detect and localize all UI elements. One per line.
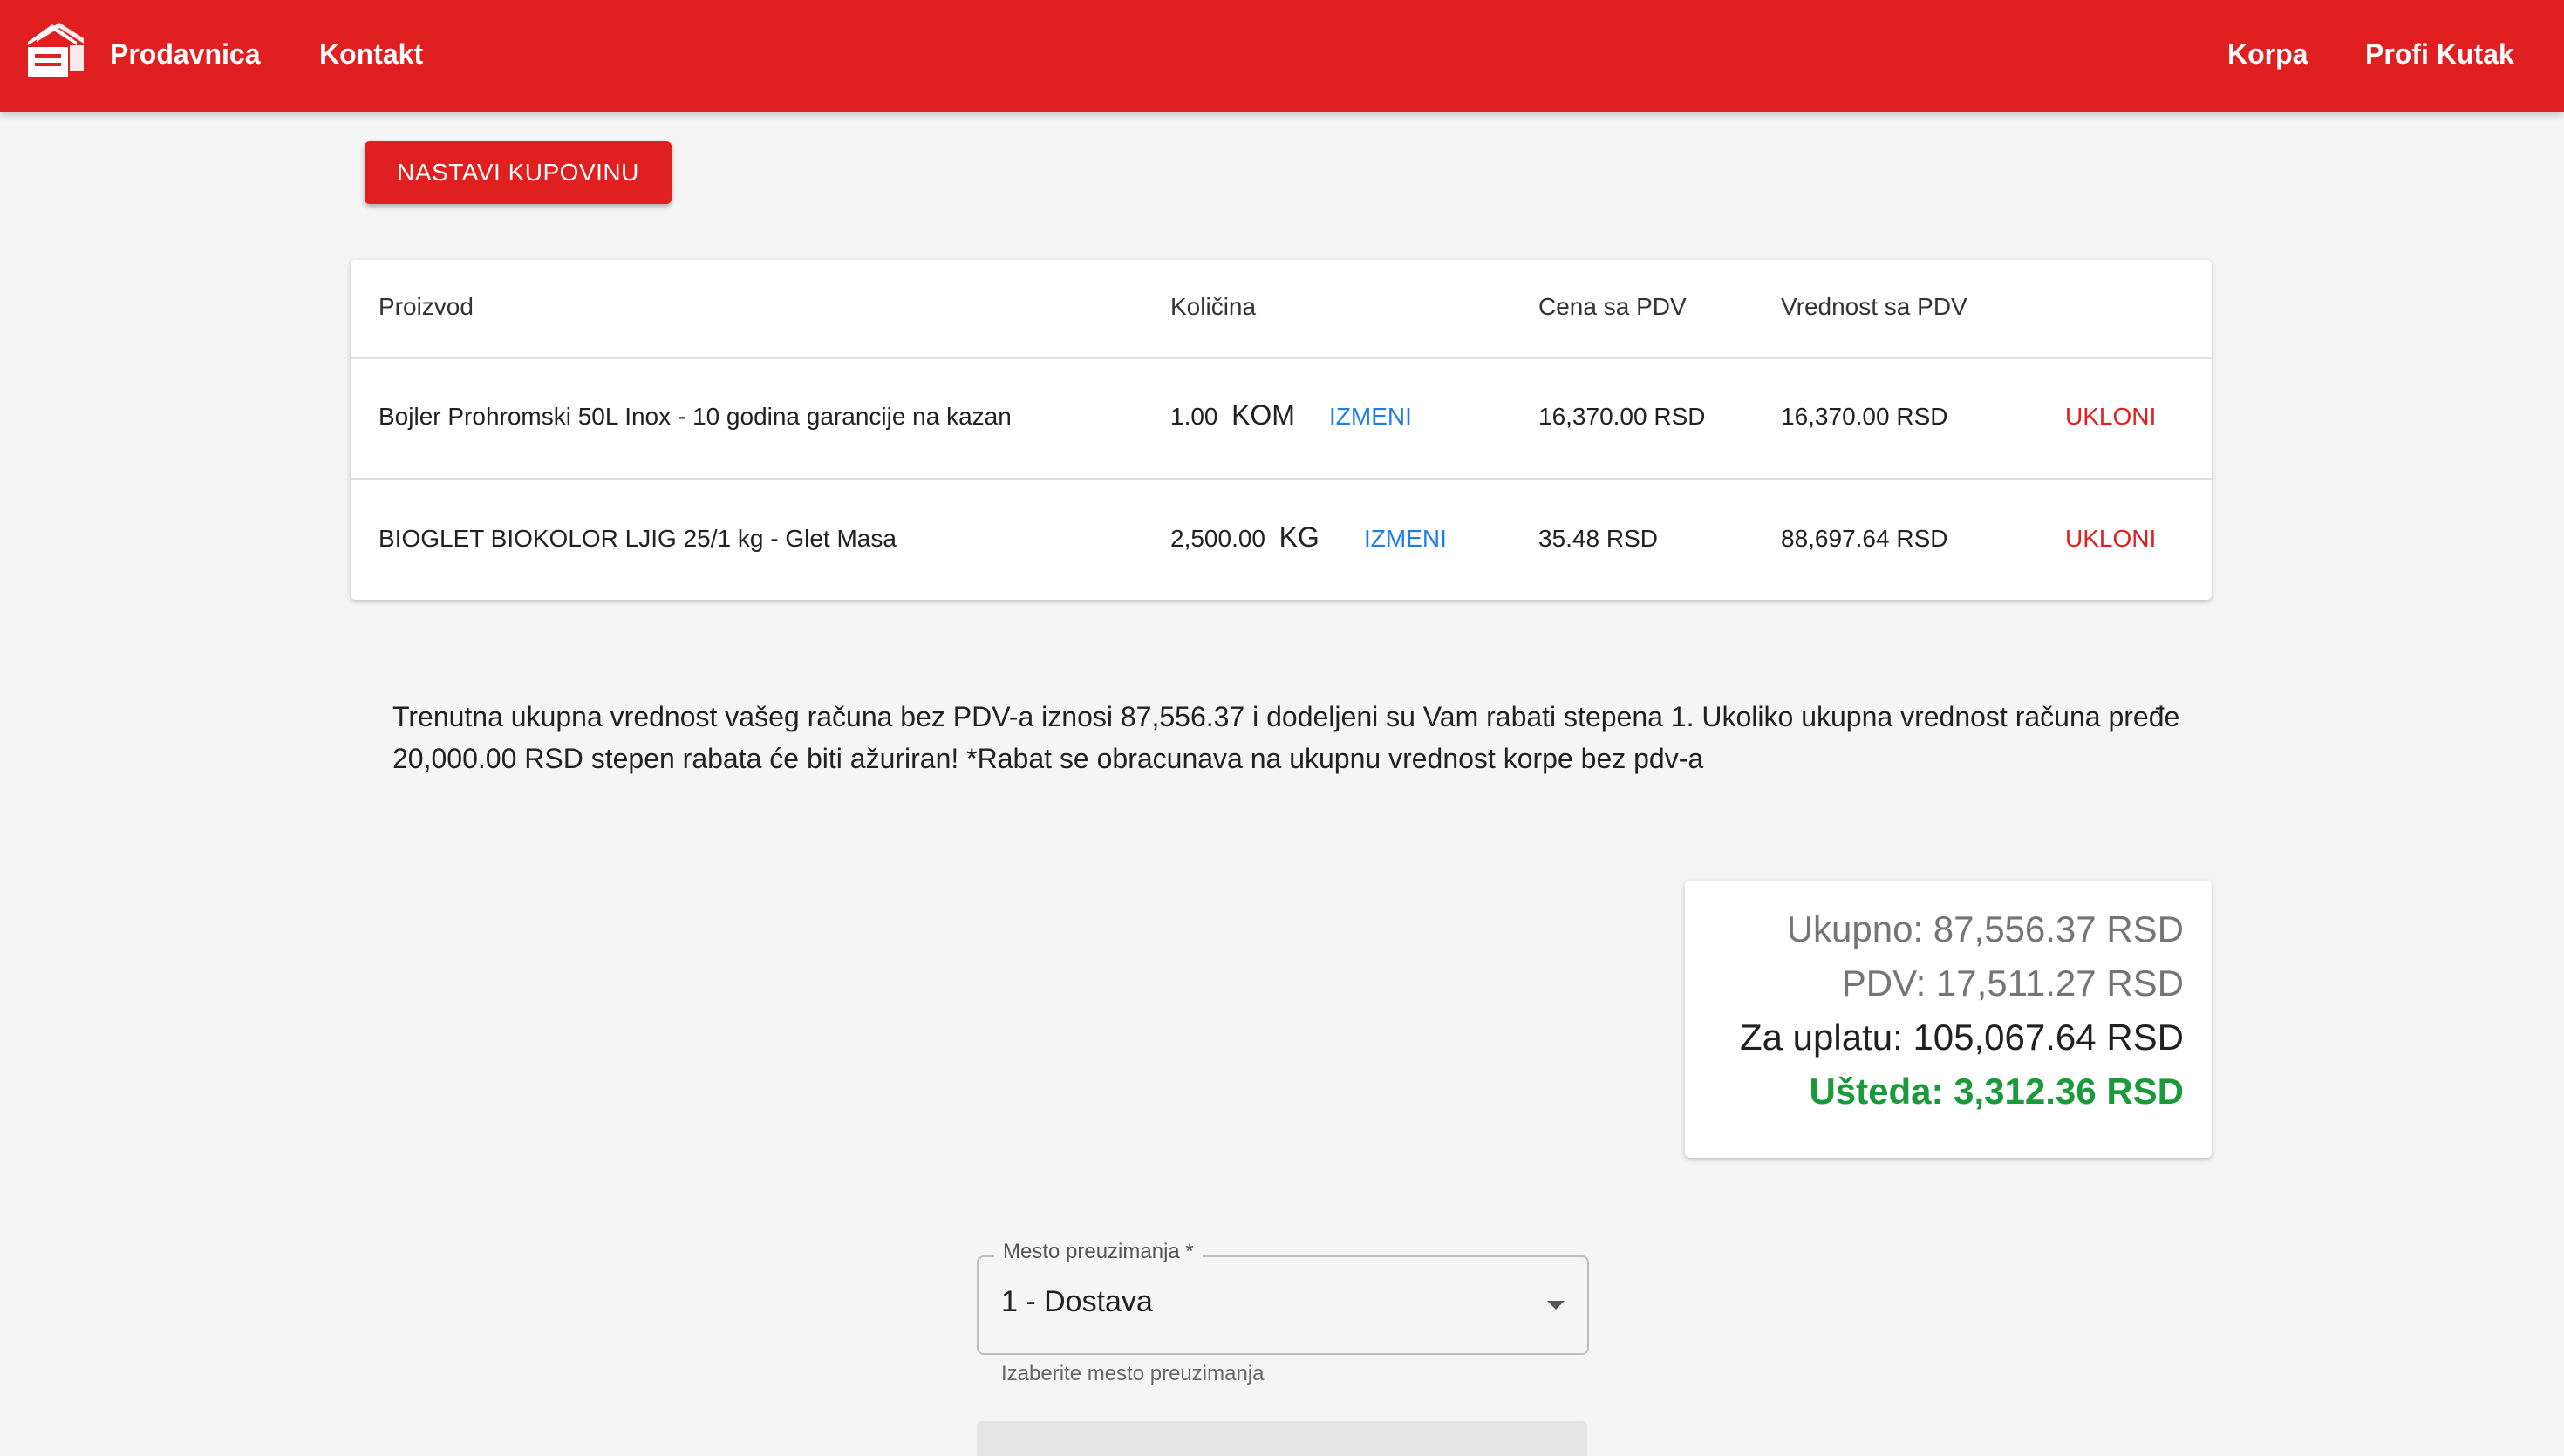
house-stack-icon[interactable] [24, 19, 87, 82]
pickup-location-select[interactable]: 1 - Dostava [977, 1255, 1589, 1355]
nav-prodavnica[interactable]: Prodavnica [110, 35, 261, 73]
column-header-product: Proizvod [378, 293, 474, 320]
remove-item-button[interactable]: UKLONI [2065, 403, 2156, 431]
quantity-amount: 2,500.00 [1170, 525, 1265, 552]
cart-table: Proizvod Količina Cena sa PDV Vrednost s… [351, 260, 2212, 600]
vat-amount: PDV: 17,511.27 RSD [1841, 963, 2184, 1004]
table-row: BIOGLET BIOKOLOR LJIG 25/1 kg - Glet Mas… [351, 480, 2212, 600]
edit-quantity-button[interactable]: IZMENI [1329, 403, 1412, 431]
unit-price: 16,370.00 RSD [1538, 403, 1706, 430]
quantity-amount: 1.00 [1170, 403, 1218, 430]
amount-to-pay: Za uplatu: 105,067.64 RSD [1739, 1017, 2184, 1058]
pickup-location-label: Mesto preuzimanja * [994, 1240, 1203, 1264]
product-name: Bojler Prohromski 50L Inox - 10 godina g… [378, 403, 1012, 430]
column-header-price: Cena sa PDV [1538, 293, 1687, 320]
discount-info-text: Trenutna ukupna vrednost vašeg računa be… [392, 701, 2180, 774]
nav-kontakt[interactable]: Kontakt [319, 35, 423, 73]
line-value: 16,370.00 RSD [1781, 403, 1948, 430]
remove-item-button[interactable]: UKLONI [2065, 525, 2156, 553]
total-amount: Ukupno: 87,556.37 RSD [1786, 908, 2184, 949]
nav-profi-kutak[interactable]: Profi Kutak [2365, 35, 2514, 73]
app-header: Prodavnica Kontakt Korpa Profi Kutak [0, 0, 2564, 112]
savings-amount: Ušteda: 3,312.36 RSD [1809, 1071, 2184, 1112]
unit-price: 35.48 RSD [1538, 525, 1658, 552]
edit-quantity-button[interactable]: IZMENI [1364, 525, 1447, 553]
table-row: Bojler Prohromski 50L Inox - 10 godina g… [351, 357, 2212, 480]
next-field-partial[interactable] [977, 1421, 1587, 1456]
column-header-quantity: Količina [1170, 293, 1257, 320]
product-name: BIOGLET BIOKOLOR LJIG 25/1 kg - Glet Mas… [378, 525, 897, 552]
quantity-value: 1.00 KOM [1170, 399, 1295, 432]
quantity-value: 2,500.00 KG [1170, 521, 1320, 554]
pickup-location-value: 1 - Dostava [1001, 1285, 1153, 1318]
quantity-unit: KOM [1231, 399, 1295, 431]
continue-shopping-button[interactable]: NASTAVI KUPOVINU [365, 141, 672, 204]
table-header-row: Proizvod Količina Cena sa PDV Vrednost s… [351, 260, 2212, 359]
nav-korpa[interactable]: Korpa [2227, 35, 2308, 73]
pickup-helper-text: Izaberite mesto preuzimanja [1001, 1362, 1265, 1385]
line-value: 88,697.64 RSD [1781, 525, 1948, 552]
dropdown-arrow-icon [1547, 1301, 1565, 1310]
totals-card: Ukupno: 87,556.37 RSD PDV: 17,511.27 RSD… [1685, 881, 2212, 1158]
column-header-value: Vrednost sa PDV [1781, 293, 1967, 320]
quantity-unit: KG [1279, 521, 1320, 553]
